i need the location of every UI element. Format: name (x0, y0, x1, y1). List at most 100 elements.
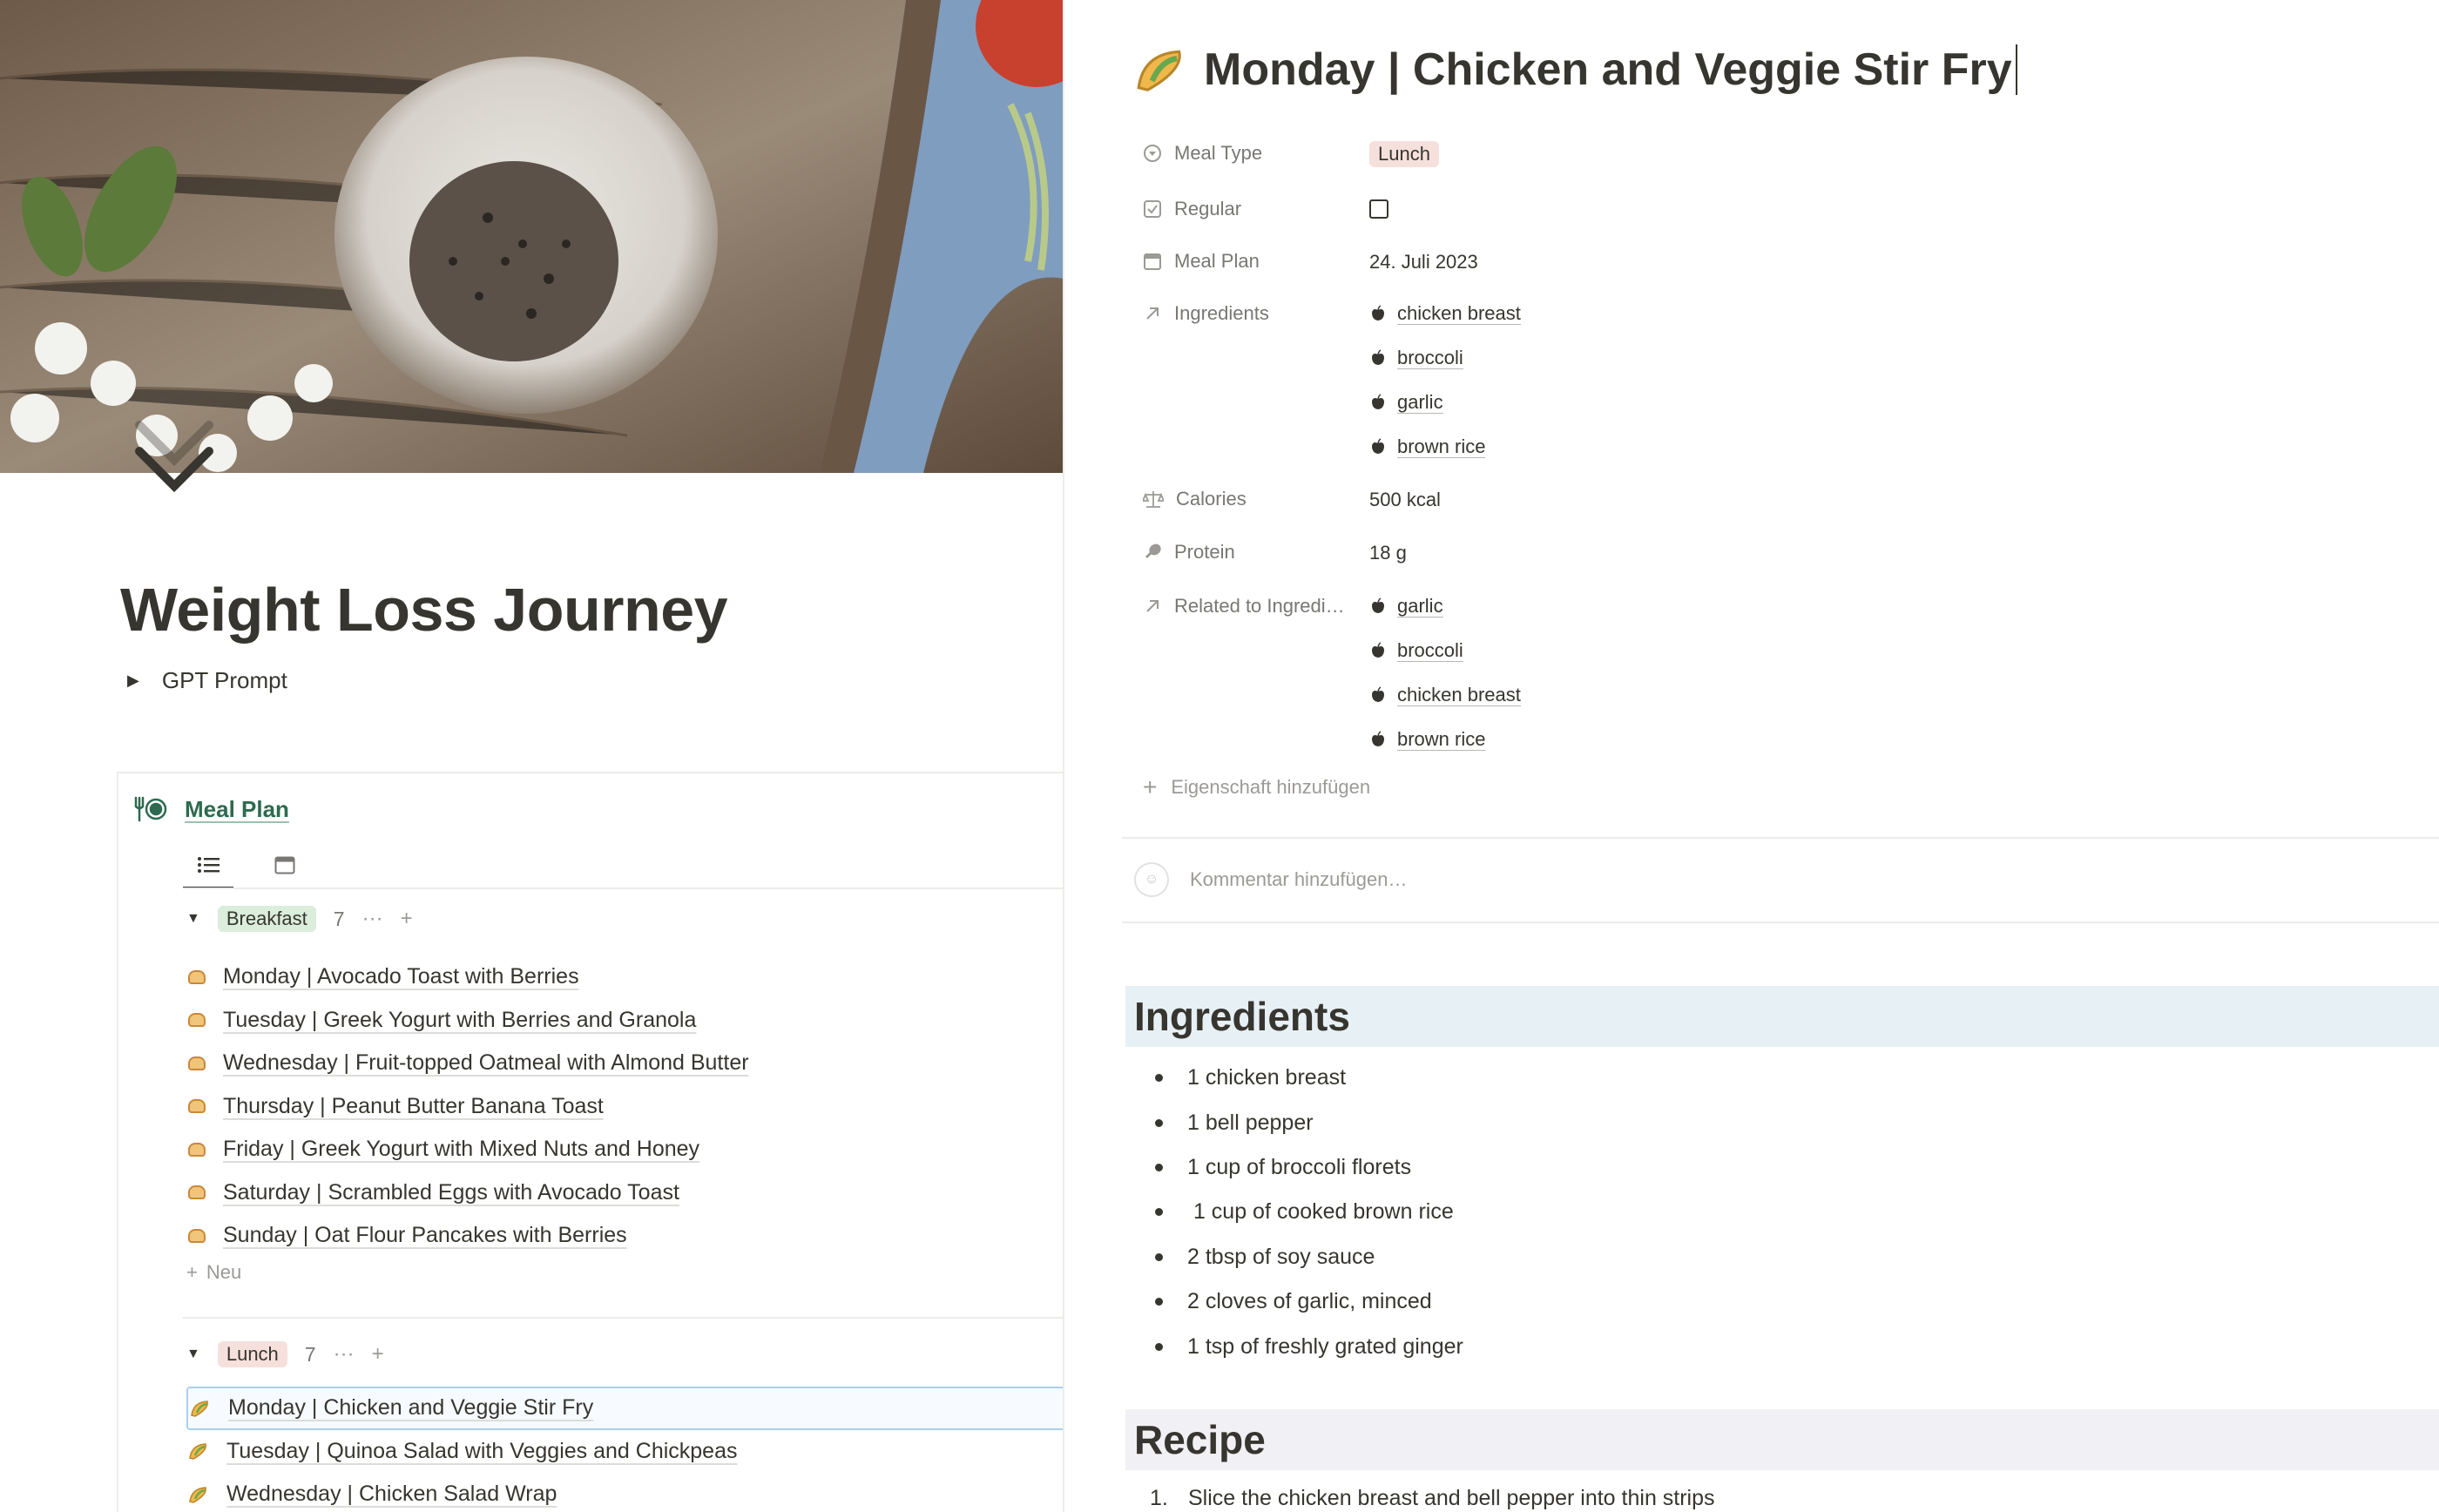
apple-icon (1372, 731, 1384, 746)
more-options-icon[interactable]: ··· (334, 1342, 355, 1367)
meal-type-value[interactable]: Lunch (1369, 138, 1439, 167)
list-item: 1 chicken breast (1143, 1056, 1463, 1100)
relation-item[interactable]: chicken breast (1369, 679, 1521, 711)
group-count: 7 (304, 1342, 316, 1366)
list-item[interactable]: Monday | Avocado Toast with Berries (186, 955, 1064, 999)
detail-panel: Monday | Chicken and Veggie Stir Fry Mea… (1064, 0, 2439, 1512)
list-item: 1. Slice the chicken breast and bell pep… (1150, 1485, 1715, 1510)
view-tabs (183, 843, 310, 889)
calories-value[interactable]: 500 kcal (1369, 483, 1441, 511)
list-item[interactable]: Friday | Greek Yogurt with Mixed Nuts an… (186, 1128, 1064, 1171)
arrow-up-right-icon (1146, 307, 1159, 320)
taco-icon (191, 1400, 208, 1417)
property-calories: Calories 500 kcal (1143, 483, 1441, 515)
list-item[interactable]: Saturday | Scrambled Eggs with Avocado T… (186, 1171, 1064, 1215)
more-options-icon[interactable]: ··· (362, 907, 383, 931)
relation-item[interactable]: garlic (1369, 591, 1521, 622)
add-new-row-button[interactable]: + Neu (186, 1261, 241, 1284)
lunch-list: Monday | Chicken and Veggie Stir Fry Tue… (186, 1387, 1064, 1512)
list-item: 2 tbsp of soy sauce (1143, 1235, 1463, 1279)
calendar-icon (1144, 253, 1161, 270)
database-header: Meal Plan (132, 794, 289, 824)
list-item[interactable]: Tuesday | Quinoa Salad with Veggies and … (186, 1430, 1064, 1474)
divider (1122, 837, 2439, 839)
gpt-prompt-toggle[interactable]: ▶ GPT Prompt (127, 667, 287, 694)
list-item: 1 cup of cooked brown rice (1143, 1190, 1463, 1234)
recipe-heading: Recipe (1125, 1409, 2439, 1470)
divider (1122, 921, 2439, 923)
page-icon[interactable] (122, 416, 226, 512)
caret-down-icon[interactable]: ▼ (186, 1347, 200, 1362)
list-item: 1 cup of broccoli florets (1143, 1145, 1463, 1190)
recipe-steps: 1. Slice the chicken breast and bell pep… (1143, 1481, 1715, 1512)
relation-item[interactable]: broccoli (1369, 635, 1521, 666)
list-item[interactable]: Thursday | Peanut Butter Banana Toast (186, 1085, 1064, 1129)
arrow-up-right-icon (1146, 600, 1159, 612)
relation-item[interactable]: brown rice (1369, 724, 1521, 755)
apple-icon (1372, 642, 1384, 658)
property-label[interactable]: Calories (1143, 483, 1369, 515)
add-icon[interactable]: + (372, 1342, 384, 1367)
list-item[interactable]: Sunday | Oat Flour Pancakes with Berries (186, 1214, 1064, 1258)
checkbox-icon (1144, 200, 1161, 218)
property-regular: Regular (1143, 193, 1388, 225)
group-tag-breakfast: Breakfast (217, 906, 316, 932)
group-divider (183, 1317, 1064, 1319)
apple-icon (1372, 394, 1384, 409)
taco-icon (189, 1486, 206, 1503)
toggle-label: GPT Prompt (161, 667, 287, 693)
group-header-lunch: ▼ Lunch 7 ··· + (186, 1341, 384, 1367)
protein-value[interactable]: 18 g (1369, 537, 1407, 564)
comment-input[interactable] (1188, 867, 1888, 892)
bread-icon (188, 1056, 206, 1070)
ingredients-relation-list: chicken breast broccoli garlic brown ric… (1369, 298, 1521, 462)
cover-image (0, 0, 1064, 473)
property-label[interactable]: Meal Type (1143, 138, 1369, 169)
regular-checkbox[interactable] (1369, 199, 1388, 219)
relation-item[interactable]: brown rice (1369, 431, 1521, 462)
apple-icon (1372, 597, 1384, 613)
meal-plan-value[interactable]: 24. Juli 2023 (1369, 246, 1478, 273)
taco-icon (1137, 50, 1181, 91)
calendar-icon (274, 856, 295, 874)
breakfast-list: Monday | Avocado Toast with Berries Tues… (186, 955, 1064, 1258)
add-property-button[interactable]: + Eigenschaft hinzufügen (1143, 773, 1370, 801)
group-tag-lunch: Lunch (217, 1341, 287, 1367)
list-item[interactable]: Wednesday | Fruit-topped Oatmeal with Al… (186, 1042, 1064, 1085)
page-title: Weight Loss Journey (120, 576, 728, 644)
relation-item[interactable]: broccoli (1369, 342, 1521, 374)
taco-icon (189, 1443, 206, 1461)
property-label[interactable]: Regular (1143, 193, 1369, 225)
add-icon[interactable]: + (401, 907, 413, 931)
avatar: ☺ (1134, 862, 1169, 897)
bread-icon (188, 1185, 206, 1200)
relation-item[interactable]: chicken breast (1369, 298, 1521, 329)
list-item: 2 cloves of garlic, minced (1143, 1279, 1463, 1324)
list-item[interactable]: Tuesday | Greek Yogurt with Berries and … (186, 999, 1064, 1043)
bread-icon (188, 1099, 206, 1114)
detail-title[interactable]: Monday | Chicken and Veggie Stir Fry (1134, 44, 2017, 96)
select-icon (1144, 145, 1161, 162)
database-title-link[interactable]: Meal Plan (185, 796, 289, 823)
tab-calendar-view[interactable] (260, 843, 310, 887)
scale-icon (1143, 491, 1164, 508)
list-item[interactable]: Wednesday | Chicken Salad Wrap (186, 1473, 1064, 1512)
drumstick-icon (1145, 543, 1161, 559)
caret-down-icon[interactable]: ▼ (186, 911, 200, 927)
tab-list-view[interactable] (183, 843, 233, 889)
property-label[interactable]: Related to Ingredi… (1143, 591, 1369, 622)
property-label[interactable]: Protein (1143, 537, 1369, 568)
property-ingredients: Ingredients chicken breast broccoli garl… (1143, 298, 1521, 462)
property-meal-plan: Meal Plan 24. Juli 2023 (1143, 246, 1478, 277)
property-label[interactable]: Meal Plan (1143, 246, 1369, 277)
related-relation-list: garlic broccoli chicken breast brown ric… (1369, 591, 1521, 755)
apple-icon (1372, 305, 1384, 321)
property-protein: Protein 18 g (1143, 537, 1407, 568)
property-related-ingredients: Related to Ingredi… garlic broccoli chic… (1143, 591, 1521, 755)
plus-icon: + (186, 1261, 198, 1283)
group-count: 7 (333, 907, 345, 930)
list-item[interactable]: Monday | Chicken and Veggie Stir Fry (186, 1387, 1064, 1430)
comment-row: ☺ (1134, 862, 1888, 897)
relation-item[interactable]: garlic (1369, 387, 1521, 418)
property-label[interactable]: Ingredients (1143, 298, 1369, 329)
